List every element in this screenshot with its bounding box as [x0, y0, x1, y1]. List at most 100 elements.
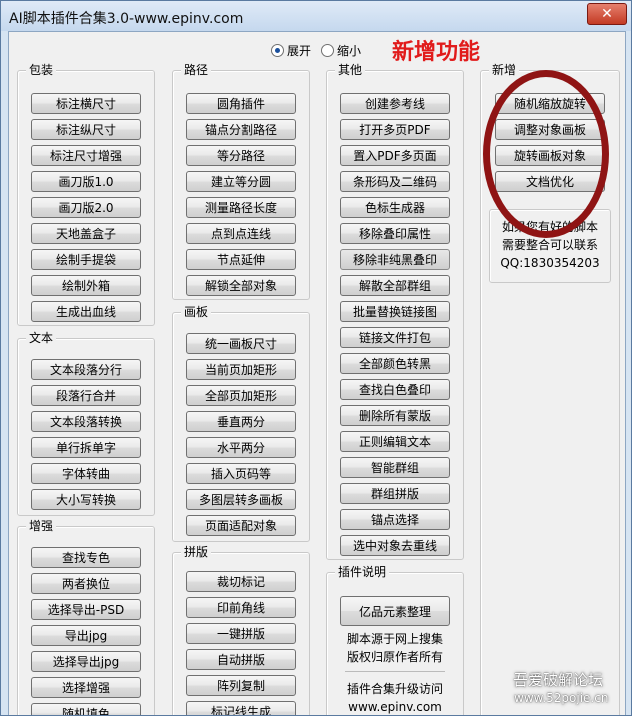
other-button-6[interactable]: 移除叠印属性 — [340, 223, 450, 244]
title-bar: AI脚本插件合集3.0-www.epinv.com ✕ — [1, 1, 631, 31]
imposition-button-1[interactable]: 裁切标记 — [186, 571, 296, 592]
other-button-4[interactable]: 条形码及二维码 — [340, 171, 450, 192]
plugin-info-line-2: 版权归原作者所有 — [346, 650, 443, 664]
imposition-button-6[interactable]: 标记线生成 — [186, 701, 296, 715]
artboard-button-3[interactable]: 全部页加矩形 — [186, 385, 296, 406]
text-button-4[interactable]: 单行拆单字 — [31, 437, 141, 458]
path-button-4[interactable]: 建立等分圆 — [186, 171, 296, 192]
other-button-11[interactable]: 全部颜色转黑 — [340, 353, 450, 374]
new-button-2[interactable]: 调整对象画板 — [495, 119, 605, 140]
plugin-element-organize-button[interactable]: 亿品元素整理 — [340, 596, 450, 626]
path-button-6[interactable]: 点到点连线 — [186, 223, 296, 244]
path-button-2[interactable]: 锚点分割路径 — [186, 119, 296, 140]
text-button-2[interactable]: 段落行合并 — [31, 385, 141, 406]
other-button-3[interactable]: 置入PDF多页面 — [340, 145, 450, 166]
text-button-1[interactable]: 文本段落分行 — [31, 359, 141, 380]
group-imposition: 拼版 裁切标记印前角线一键拼版自动拼版阵列复制标记线生成 — [172, 545, 310, 715]
artboard-button-6[interactable]: 插入页码等 — [186, 463, 296, 484]
imposition-button-2[interactable]: 印前角线 — [186, 597, 296, 618]
packaging-button-7[interactable]: 绘制手提袋 — [31, 249, 141, 270]
other-button-17[interactable]: 锚点选择 — [340, 509, 450, 530]
app-window: AI脚本插件合集3.0-www.epinv.com ✕ 展开 缩小 新增功能 包… — [0, 0, 632, 716]
other-button-14[interactable]: 正则编辑文本 — [340, 431, 450, 452]
other-button-1[interactable]: 创建参考线 — [340, 93, 450, 114]
path-button-5[interactable]: 测量路径长度 — [186, 197, 296, 218]
text-button-6[interactable]: 大小写转换 — [31, 489, 141, 510]
new-button-4[interactable]: 文档优化 — [495, 171, 605, 192]
enhance-button-7[interactable]: 随机填色 — [31, 703, 141, 715]
group-plugin-info: 插件说明 亿品元素整理 脚本源于网上搜集 版权归原作者所有 插件合集升级访问 w… — [326, 565, 464, 715]
other-button-18[interactable]: 选中对象去重线 — [340, 535, 450, 556]
artboard-button-1[interactable]: 统一画板尺寸 — [186, 333, 296, 354]
enhance-button-3[interactable]: 选择导出-PSD — [31, 599, 141, 620]
plugin-info-website-link[interactable]: www.epinv.com — [327, 699, 463, 715]
client-area: 展开 缩小 新增功能 包装 标注横尺寸 标注纵尺寸 标注尺寸增强 画刀版1.0 画刀版2… — [8, 31, 626, 715]
other-button-16[interactable]: 群组拼版 — [340, 483, 450, 504]
imposition-button-5[interactable]: 阵列复制 — [186, 675, 296, 696]
other-button-10[interactable]: 链接文件打包 — [340, 327, 450, 348]
packaging-button-1[interactable]: 标注横尺寸 — [31, 93, 141, 114]
group-imposition-label: 拼版 — [181, 545, 212, 559]
group-path-label: 路径 — [181, 63, 212, 77]
path-button-3[interactable]: 等分路径 — [186, 145, 296, 166]
path-button-8[interactable]: 解锁全部对象 — [186, 275, 296, 296]
other-button-12[interactable]: 查找白色叠印 — [340, 379, 450, 400]
new-button-1[interactable]: 随机缩放旋转 — [495, 93, 605, 114]
other-button-5[interactable]: 色标生成器 — [340, 197, 450, 218]
other-button-2[interactable]: 打开多页PDF — [340, 119, 450, 140]
group-plugin-info-label: 插件说明 — [335, 565, 390, 579]
artboard-button-4[interactable]: 垂直两分 — [186, 411, 296, 432]
close-button[interactable]: ✕ — [587, 3, 627, 25]
group-new: 新增 如果您有好的脚本 需要整合可以联系 QQ:1830354203 随机缩放旋… — [480, 63, 620, 715]
group-enhance-label: 增强 — [26, 519, 57, 533]
enhance-button-6[interactable]: 选择增强 — [31, 677, 141, 698]
window-title: AI脚本插件合集3.0-www.epinv.com — [9, 11, 244, 27]
text-button-3[interactable]: 文本段落转换 — [31, 411, 141, 432]
new-button-3[interactable]: 旋转画板对象 — [495, 145, 605, 166]
artboard-button-2[interactable]: 当前页加矩形 — [186, 359, 296, 380]
packaging-button-3[interactable]: 标注尺寸增强 — [31, 145, 141, 166]
path-button-7[interactable]: 节点延伸 — [186, 249, 296, 270]
plugin-info-divider — [345, 671, 445, 672]
text-button-5[interactable]: 字体转曲 — [31, 463, 141, 484]
plugin-info-line-3: 插件合集升级访问 — [346, 682, 443, 696]
enhance-button-4[interactable]: 导出jpg — [31, 625, 141, 646]
group-other-label: 其他 — [335, 63, 366, 77]
contact-line-1: 如果您有好的脚本 — [501, 220, 598, 234]
enhance-button-1[interactable]: 查找专色 — [31, 547, 141, 568]
group-packaging-label: 包装 — [26, 63, 57, 77]
plugin-info-line-1: 脚本源于网上搜集 — [346, 632, 443, 646]
group-path: 路径 圆角插件锚点分割路径 等分路径建立等分圆测量路径长度 点到点连线节点延伸解锁全… — [172, 63, 310, 300]
enhance-button-2[interactable]: 两者换位 — [31, 573, 141, 594]
path-button-1[interactable]: 圆角插件 — [186, 93, 296, 114]
group-artboard-label: 画板 — [181, 305, 212, 319]
packaging-button-5[interactable]: 画刀版2.0 — [31, 197, 141, 218]
contact-box: 如果您有好的脚本 需要整合可以联系 QQ:1830354203 — [489, 209, 611, 283]
group-enhance: 增强 查找专色两者换位选择导出-PSD 导出jpg 选择导出jpg 选择增强随机填色 — [17, 519, 155, 715]
packaging-button-9[interactable]: 生成出血线 — [31, 301, 141, 322]
expand-radio[interactable]: 展开 — [271, 42, 311, 60]
artboard-button-8[interactable]: 页面适配对象 — [186, 515, 296, 536]
packaging-button-6[interactable]: 天地盖盒子 — [31, 223, 141, 244]
artboard-button-5[interactable]: 水平两分 — [186, 437, 296, 458]
artboard-button-7[interactable]: 多图层转多画板 — [186, 489, 296, 510]
other-button-13[interactable]: 删除所有蒙版 — [340, 405, 450, 426]
packaging-button-8[interactable]: 绘制外箱 — [31, 275, 141, 296]
group-other: 其他 创建参考线打开多页PDF 置入PDF多页面 条形码及二维码 色标生成器移除叠印属… — [326, 63, 464, 560]
other-button-15[interactable]: 智能群组 — [340, 457, 450, 478]
packaging-button-2[interactable]: 标注纵尺寸 — [31, 119, 141, 140]
collapse-radio[interactable]: 缩小 — [321, 42, 361, 60]
group-new-label: 新增 — [489, 63, 520, 77]
imposition-button-3[interactable]: 一键拼版 — [186, 623, 296, 644]
radio-unselected-icon — [321, 44, 334, 57]
enhance-button-5[interactable]: 选择导出jpg — [31, 651, 141, 672]
other-button-8[interactable]: 解散全部群组 — [340, 275, 450, 296]
imposition-button-4[interactable]: 自动拼版 — [186, 649, 296, 670]
packaging-button-4[interactable]: 画刀版1.0 — [31, 171, 141, 192]
contact-line-2: 需要整合可以联系 — [501, 238, 598, 252]
other-button-7[interactable]: 移除非纯黑叠印 — [340, 249, 450, 270]
group-artboard: 画板 统一画板尺寸 当前页加矩形 全部页加矩形 垂直两分水平两分插入页码等多图层转多画… — [172, 305, 310, 542]
watermark-text: 吾爱破解论坛 — [513, 671, 604, 689]
other-button-9[interactable]: 批量替换链接图 — [340, 301, 450, 322]
radio-selected-icon — [271, 44, 284, 57]
